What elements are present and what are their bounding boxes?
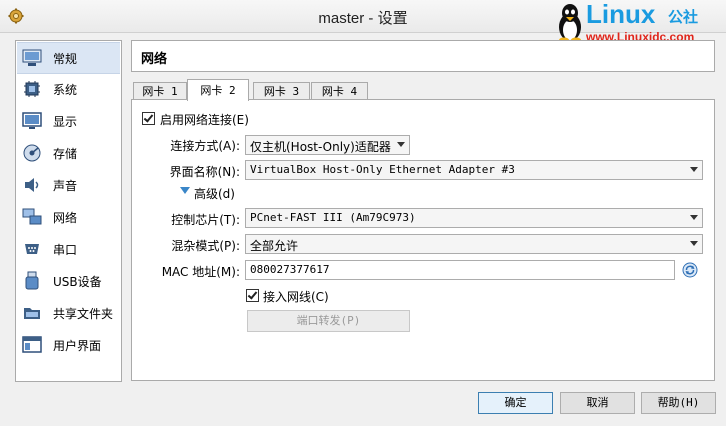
sidebar-item-label: 网络	[53, 210, 78, 225]
settings-sidebar: 常规 系统 显示 存储 声音 网络 串口 USB设备 共享文件夹 用户界面	[15, 40, 122, 382]
cable-connected-checkbox[interactable]	[246, 289, 259, 302]
promiscuous-mode-value: 全部允许	[250, 239, 299, 253]
chevron-down-icon	[690, 167, 698, 172]
promiscuous-mode-select[interactable]: 全部允许	[245, 234, 703, 254]
tab-adapter-4[interactable]: 网卡 4	[311, 82, 368, 100]
title-bar: master - 设置 Linux 公社 www.Linuxidc.com	[0, 0, 726, 44]
storage-icon	[21, 142, 43, 164]
advanced-toggle[interactable]: 高级(d)	[194, 185, 235, 202]
adapter-type-label: 控制芯片(T):	[171, 213, 240, 227]
interface-name-select[interactable]: VirtualBox Host-Only Ethernet Adapter #3	[245, 160, 703, 180]
help-button[interactable]: 帮助(H)	[641, 392, 716, 414]
tux-penguin-icon	[559, 4, 581, 43]
tab-adapter-2[interactable]: 网卡 2	[187, 79, 249, 101]
page-title-box: 网络	[131, 40, 715, 72]
sidebar-item-label: 存储	[53, 146, 78, 161]
sidebar-item-label: 系统	[53, 82, 78, 97]
sidebar-item-storage[interactable]: 存储	[17, 138, 120, 168]
sidebar-item-label: 串口	[53, 242, 78, 257]
user-interface-icon	[21, 334, 43, 356]
mac-address-field[interactable]: 080027377617	[245, 260, 675, 280]
sidebar-item-label: USB设备	[53, 274, 102, 289]
ok-button[interactable]: 确定	[478, 392, 553, 414]
refresh-mac-icon[interactable]	[682, 262, 698, 278]
sidebar-item-general[interactable]: 常规	[17, 42, 120, 74]
shared-folder-icon	[21, 302, 43, 324]
expand-triangle-icon[interactable]	[180, 187, 190, 195]
sidebar-item-user-interface[interactable]: 用户界面	[17, 330, 120, 360]
page-title: 网络	[141, 52, 168, 67]
mac-address-label: MAC 地址(M):	[161, 265, 240, 279]
adapter-type-value: PCnet-FAST III (Am79C973)	[250, 211, 416, 224]
sidebar-item-shared-folders[interactable]: 共享文件夹	[17, 298, 120, 328]
promiscuous-mode-label: 混杂模式(P):	[171, 239, 240, 253]
tab-adapter-1[interactable]: 网卡 1	[133, 82, 187, 100]
sidebar-item-usb[interactable]: USB设备	[17, 266, 120, 296]
usb-icon	[21, 270, 43, 292]
sidebar-item-display[interactable]: 显示	[17, 106, 120, 136]
sidebar-item-label: 声音	[53, 178, 78, 193]
display-icon	[21, 110, 43, 132]
chevron-down-icon	[690, 215, 698, 220]
watermark-brand-cn: 公社	[668, 8, 699, 26]
tab-adapter-3[interactable]: 网卡 3	[253, 82, 310, 100]
attach-type-label: 连接方式(A):	[170, 139, 240, 153]
sidebar-item-network[interactable]: 网络	[17, 202, 120, 232]
interface-name-value: VirtualBox Host-Only Ethernet Adapter #3	[250, 163, 515, 176]
interface-name-label: 界面名称(N):	[169, 165, 240, 179]
sidebar-item-label: 显示	[53, 114, 78, 129]
watermark-brand: Linux	[586, 0, 656, 29]
system-chip-icon	[21, 78, 43, 100]
cancel-button[interactable]: 取消	[560, 392, 635, 414]
attach-type-select[interactable]: 仅主机(Host-Only)适配器	[245, 135, 410, 155]
chevron-down-icon	[690, 241, 698, 246]
sidebar-item-system[interactable]: 系统	[17, 74, 120, 104]
mac-address-value: 080027377617	[250, 263, 330, 276]
sidebar-item-label: 用户界面	[53, 338, 102, 353]
audio-icon	[21, 174, 43, 196]
attach-type-value: 仅主机(Host-Only)适配器	[250, 140, 391, 154]
sidebar-item-audio[interactable]: 声音	[17, 170, 120, 200]
enable-network-label: 启用网络连接(E)	[160, 113, 249, 127]
adapter-type-select[interactable]: PCnet-FAST III (Am79C973)	[245, 208, 703, 228]
port-forwarding-button[interactable]: 端口转发(P)	[247, 310, 410, 332]
sidebar-item-serial[interactable]: 串口	[17, 234, 120, 264]
sidebar-item-label: 常规	[53, 51, 78, 66]
network-icon	[21, 206, 43, 228]
general-icon	[21, 47, 43, 69]
chevron-down-icon	[397, 142, 405, 147]
serial-port-icon	[21, 238, 43, 260]
enable-network-checkbox[interactable]	[142, 112, 155, 125]
watermark-logo: Linux 公社 www.Linuxidc.com	[556, 0, 724, 45]
sidebar-item-label: 共享文件夹	[53, 306, 114, 321]
cable-connected-label: 接入网线(C)	[263, 290, 329, 304]
